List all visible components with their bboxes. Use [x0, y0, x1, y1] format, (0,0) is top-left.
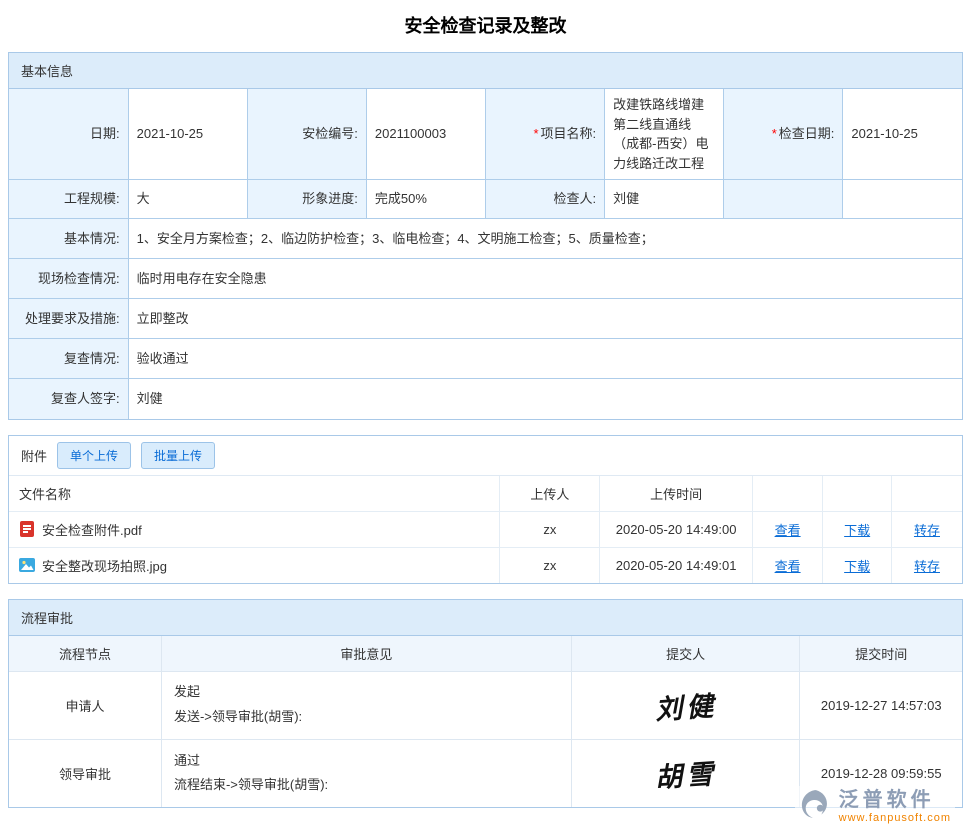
approval-opinion: 发起 发送->领导审批(胡雪):	[161, 671, 571, 739]
vendor-website: www.fanpusoft.com	[839, 812, 951, 825]
recheck-status-label: 复查情况:	[9, 339, 128, 379]
progress-value: 完成50%	[366, 180, 485, 219]
basic-situation-value: 1、安全月方案检查；2、临边防护检查；3、临电检查；4、文明施工检查；5、质量检…	[128, 219, 962, 259]
image-file-icon	[19, 557, 35, 573]
actions-header-cell	[891, 476, 962, 512]
approval-opinion: 通过 流程结束->领导审批(胡雪):	[161, 739, 571, 807]
pdf-file-icon	[19, 521, 35, 537]
inspection-code-label: 安检编号:	[247, 89, 366, 180]
handling-measures-label: 处理要求及措施:	[9, 299, 128, 339]
vendor-brand-name: 泛普软件	[839, 788, 951, 812]
site-check-value: 临时用电存在安全隐患	[128, 259, 962, 299]
download-link[interactable]: 下载	[844, 559, 870, 574]
single-upload-button[interactable]: 单个上传	[57, 442, 131, 469]
approval-header: 流程审批	[9, 600, 962, 636]
opinion-header: 审批意见	[161, 636, 571, 672]
view-link[interactable]: 查看	[775, 523, 801, 538]
progress-label: 形象进度:	[247, 180, 366, 219]
date-value: 2021-10-25	[128, 89, 247, 180]
flow-node: 领导审批	[9, 739, 161, 807]
submit-time: 2019-12-27 14:57:03	[800, 671, 962, 739]
approval-section: 流程审批 流程节点 审批意见 提交人 提交时间 申请人 发起 发送->领导审批(…	[8, 599, 963, 809]
project-name-label: *项目名称:	[486, 89, 605, 180]
recheck-status-value: 验收通过	[128, 339, 962, 379]
file-name[interactable]: 安全整改现场拍照.jpg	[42, 556, 167, 575]
approval-table: 流程节点 审批意见 提交人 提交时间 申请人 发起 发送->领导审批(胡雪): …	[9, 636, 962, 808]
attachments-section: 附件 单个上传 批量上传 文件名称 上传人 上传时间	[8, 435, 963, 584]
attachment-row: 安全整改现场拍照.jpg zx 2020-05-20 14:49:01 查看 下…	[9, 547, 962, 583]
actions-header-cell	[752, 476, 823, 512]
file-name-header: 文件名称	[9, 476, 500, 512]
inspection-code-value: 2021100003	[366, 89, 485, 180]
basic-info-header: 基本信息	[9, 53, 962, 89]
inspector-value: 刘健	[605, 180, 724, 219]
attachments-header: 附件 单个上传 批量上传	[9, 436, 962, 476]
approval-row: 申请人 发起 发送->领导审批(胡雪): 刘健 2019-12-27 14:57…	[9, 671, 962, 739]
submit-time-header: 提交时间	[800, 636, 962, 672]
basic-situation-label: 基本情况:	[9, 219, 128, 259]
flow-node-header: 流程节点	[9, 636, 161, 672]
inspector-label: 检查人:	[486, 180, 605, 219]
basic-info-title: 基本信息	[21, 64, 73, 79]
upload-time: 2020-05-20 14:49:00	[600, 511, 752, 547]
empty-value-cell	[843, 180, 962, 219]
approval-title: 流程审批	[21, 611, 73, 626]
actions-header-cell	[823, 476, 892, 512]
empty-label-cell	[724, 180, 843, 219]
recheck-signer-label: 复查人签字:	[9, 379, 128, 419]
basic-info-table: 日期: 2021-10-25 安检编号: 2021100003 *项目名称: 改…	[9, 89, 962, 419]
download-link[interactable]: 下载	[844, 523, 870, 538]
save-as-link[interactable]: 转存	[914, 559, 940, 574]
vendor-logo-icon	[799, 788, 833, 825]
vendor-watermark: 泛普软件 www.fanpusoft.com	[795, 786, 955, 827]
view-link[interactable]: 查看	[775, 559, 801, 574]
required-mark: *	[772, 126, 777, 141]
date-label: 日期:	[9, 89, 128, 180]
project-scale-label: 工程规模:	[9, 180, 128, 219]
handwritten-signature: 胡雪	[653, 752, 718, 795]
submitter-header: 提交人	[571, 636, 800, 672]
project-scale-value: 大	[128, 180, 247, 219]
batch-upload-button[interactable]: 批量上传	[141, 442, 215, 469]
basic-info-section: 基本信息 日期: 2021-10-25 安检编号: 2021100003 *项目…	[8, 52, 963, 420]
page: 安全检查记录及整改 基本信息 日期: 2021-10-25 安检编号: 2021…	[0, 0, 971, 833]
file-name[interactable]: 安全检查附件.pdf	[42, 520, 142, 539]
save-as-link[interactable]: 转存	[914, 523, 940, 538]
upload-time: 2020-05-20 14:49:01	[600, 547, 752, 583]
upload-time-header: 上传时间	[600, 476, 752, 512]
required-mark: *	[533, 126, 538, 141]
uploader: zx	[500, 547, 600, 583]
check-date-value: 2021-10-25	[843, 89, 962, 180]
submitter-signature-cell: 刘健	[571, 671, 800, 739]
recheck-signer-value: 刘健	[128, 379, 962, 419]
uploader-header: 上传人	[500, 476, 600, 512]
handling-measures-value: 立即整改	[128, 299, 962, 339]
handwritten-signature: 刘健	[653, 683, 718, 726]
site-check-label: 现场检查情况:	[9, 259, 128, 299]
attachments-table: 文件名称 上传人 上传时间 安全检查附件.pdf zx 2020-0	[9, 476, 962, 583]
uploader: zx	[500, 511, 600, 547]
submitter-signature-cell: 胡雪	[571, 739, 800, 807]
attachments-title: 附件	[21, 446, 47, 465]
project-name-value: 改建铁路线增建第二线直通线（成都-西安）电力线路迁改工程	[605, 89, 724, 180]
attachment-row: 安全检查附件.pdf zx 2020-05-20 14:49:00 查看 下载 …	[9, 511, 962, 547]
page-title: 安全检查记录及整改	[8, 12, 963, 38]
check-date-label: *检查日期:	[724, 89, 843, 180]
flow-node: 申请人	[9, 671, 161, 739]
